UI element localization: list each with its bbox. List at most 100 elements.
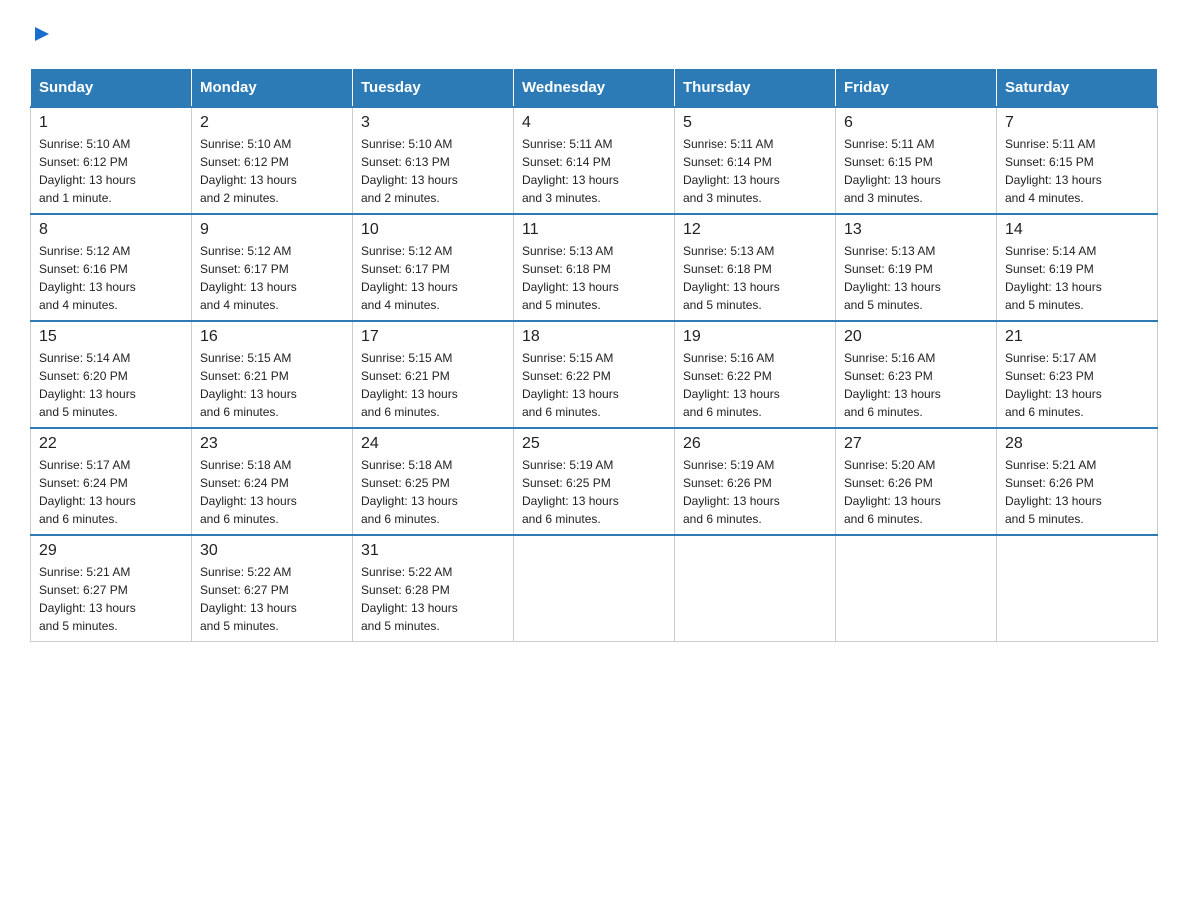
day-number: 21 — [1005, 328, 1149, 346]
calendar-day-cell: 8 Sunrise: 5:12 AMSunset: 6:16 PMDaylight… — [31, 214, 192, 321]
calendar-day-cell: 21 Sunrise: 5:17 AMSunset: 6:23 PMDayligh… — [997, 321, 1158, 428]
day-info: Sunrise: 5:13 AMSunset: 6:18 PMDaylight:… — [683, 242, 827, 314]
calendar-day-cell: 18Sunrise: 5:15 AMSunset: 6:22 PMDayligh… — [514, 321, 675, 428]
day-number: 25 — [522, 435, 666, 453]
day-info: Sunrise: 5:11 AMSunset: 6:15 PMDaylight:… — [844, 135, 988, 207]
day-info: Sunrise: 5:13 AMSunset: 6:18 PMDaylight:… — [522, 242, 666, 314]
day-number: 30 — [200, 542, 344, 560]
day-number: 16 — [200, 328, 344, 346]
calendar-day-cell: 14 Sunrise: 5:14 AMSunset: 6:19 PMDayligh… — [997, 214, 1158, 321]
calendar-day-cell: 24 Sunrise: 5:18 AMSunset: 6:25 PMDayligh… — [353, 428, 514, 535]
calendar-day-cell: 1Sunrise: 5:10 AMSunset: 6:12 PMDaylight… — [31, 107, 192, 214]
day-info: Sunrise: 5:15 AMSunset: 6:21 PMDaylight:… — [361, 349, 505, 421]
day-number: 7 — [1005, 114, 1149, 132]
calendar-day-cell: 6Sunrise: 5:11 AMSunset: 6:15 PMDaylight… — [836, 107, 997, 214]
day-number: 28 — [1005, 435, 1149, 453]
calendar-day-cell: 26 Sunrise: 5:19 AMSunset: 6:26 PMDayligh… — [675, 428, 836, 535]
calendar-header-row: SundayMondayTuesdayWednesdayThursdayFrid… — [31, 69, 1158, 108]
day-number: 14 — [1005, 221, 1149, 239]
day-info: Sunrise: 5:22 AMSunset: 6:28 PMDaylight:… — [361, 563, 505, 635]
day-info: Sunrise: 5:19 AMSunset: 6:26 PMDaylight:… — [683, 456, 827, 528]
day-number: 17 — [361, 328, 505, 346]
day-info: Sunrise: 5:22 AMSunset: 6:27 PMDaylight:… — [200, 563, 344, 635]
calendar-week-row: 8 Sunrise: 5:12 AMSunset: 6:16 PMDaylight… — [31, 214, 1158, 321]
calendar-week-row: 15 Sunrise: 5:14 AMSunset: 6:20 PMDayligh… — [31, 321, 1158, 428]
day-info: Sunrise: 5:11 AMSunset: 6:15 PMDaylight:… — [1005, 135, 1149, 207]
calendar-day-cell: 15 Sunrise: 5:14 AMSunset: 6:20 PMDayligh… — [31, 321, 192, 428]
calendar-week-row: 29 Sunrise: 5:21 AMSunset: 6:27 PMDayligh… — [31, 535, 1158, 642]
calendar-day-header: Friday — [836, 69, 997, 108]
calendar-day-cell: 30 Sunrise: 5:22 AMSunset: 6:27 PMDayligh… — [192, 535, 353, 642]
calendar-day-cell: 17 Sunrise: 5:15 AMSunset: 6:21 PMDayligh… — [353, 321, 514, 428]
calendar-day-cell: 5Sunrise: 5:11 AMSunset: 6:14 PMDaylight… — [675, 107, 836, 214]
day-info: Sunrise: 5:14 AMSunset: 6:19 PMDaylight:… — [1005, 242, 1149, 314]
calendar-day-cell: 29 Sunrise: 5:21 AMSunset: 6:27 PMDayligh… — [31, 535, 192, 642]
day-info: Sunrise: 5:21 AMSunset: 6:26 PMDaylight:… — [1005, 456, 1149, 528]
calendar-day-cell: 31 Sunrise: 5:22 AMSunset: 6:28 PMDayligh… — [353, 535, 514, 642]
calendar-day-cell — [836, 535, 997, 642]
day-info: Sunrise: 5:15 AMSunset: 6:21 PMDaylight:… — [200, 349, 344, 421]
day-info: Sunrise: 5:16 AMSunset: 6:22 PMDaylight:… — [683, 349, 827, 421]
calendar-day-cell: 16 Sunrise: 5:15 AMSunset: 6:21 PMDayligh… — [192, 321, 353, 428]
calendar-day-cell — [675, 535, 836, 642]
day-info: Sunrise: 5:16 AMSunset: 6:23 PMDaylight:… — [844, 349, 988, 421]
calendar-day-cell: 9 Sunrise: 5:12 AMSunset: 6:17 PMDaylight… — [192, 214, 353, 321]
day-number: 24 — [361, 435, 505, 453]
day-number: 4 — [522, 114, 666, 132]
calendar-day-header: Tuesday — [353, 69, 514, 108]
day-info: Sunrise: 5:15 AMSunset: 6:22 PMDaylight:… — [522, 349, 666, 421]
calendar-day-header: Thursday — [675, 69, 836, 108]
calendar-day-cell: 19 Sunrise: 5:16 AMSunset: 6:22 PMDayligh… — [675, 321, 836, 428]
logo — [30, 20, 54, 48]
calendar-day-cell: 27 Sunrise: 5:20 AMSunset: 6:26 PMDayligh… — [836, 428, 997, 535]
calendar-day-cell: 20 Sunrise: 5:16 AMSunset: 6:23 PMDayligh… — [836, 321, 997, 428]
day-number: 13 — [844, 221, 988, 239]
day-info: Sunrise: 5:11 AMSunset: 6:14 PMDaylight:… — [522, 135, 666, 207]
day-number: 12 — [683, 221, 827, 239]
day-info: Sunrise: 5:10 AMSunset: 6:13 PMDaylight:… — [361, 135, 505, 207]
calendar-week-row: 22Sunrise: 5:17 AMSunset: 6:24 PMDayligh… — [31, 428, 1158, 535]
calendar-day-cell: 22Sunrise: 5:17 AMSunset: 6:24 PMDayligh… — [31, 428, 192, 535]
day-number: 2 — [200, 114, 344, 132]
day-info: Sunrise: 5:12 AMSunset: 6:17 PMDaylight:… — [361, 242, 505, 314]
day-number: 27 — [844, 435, 988, 453]
day-info: Sunrise: 5:21 AMSunset: 6:27 PMDaylight:… — [39, 563, 183, 635]
calendar-day-cell — [514, 535, 675, 642]
day-number: 20 — [844, 328, 988, 346]
day-number: 11 — [522, 221, 666, 239]
day-number: 3 — [361, 114, 505, 132]
logo-triangle-icon — [31, 20, 53, 52]
day-info: Sunrise: 5:20 AMSunset: 6:26 PMDaylight:… — [844, 456, 988, 528]
day-number: 19 — [683, 328, 827, 346]
calendar-day-cell: 2Sunrise: 5:10 AMSunset: 6:12 PMDaylight… — [192, 107, 353, 214]
day-number: 26 — [683, 435, 827, 453]
day-number: 5 — [683, 114, 827, 132]
day-info: Sunrise: 5:17 AMSunset: 6:24 PMDaylight:… — [39, 456, 183, 528]
calendar-day-header: Monday — [192, 69, 353, 108]
calendar-day-cell: 13Sunrise: 5:13 AMSunset: 6:19 PMDayligh… — [836, 214, 997, 321]
calendar-table: SundayMondayTuesdayWednesdayThursdayFrid… — [30, 68, 1158, 642]
calendar-week-row: 1Sunrise: 5:10 AMSunset: 6:12 PMDaylight… — [31, 107, 1158, 214]
day-number: 1 — [39, 114, 183, 132]
day-info: Sunrise: 5:14 AMSunset: 6:20 PMDaylight:… — [39, 349, 183, 421]
calendar-day-cell: 25Sunrise: 5:19 AMSunset: 6:25 PMDayligh… — [514, 428, 675, 535]
calendar-day-cell: 3 Sunrise: 5:10 AMSunset: 6:13 PMDaylight… — [353, 107, 514, 214]
day-number: 23 — [200, 435, 344, 453]
day-info: Sunrise: 5:17 AMSunset: 6:23 PMDaylight:… — [1005, 349, 1149, 421]
day-number: 8 — [39, 221, 183, 239]
day-number: 29 — [39, 542, 183, 560]
day-number: 15 — [39, 328, 183, 346]
page-header — [30, 20, 1158, 48]
calendar-day-cell: 11 Sunrise: 5:13 AMSunset: 6:18 PMDayligh… — [514, 214, 675, 321]
calendar-day-cell: 23 Sunrise: 5:18 AMSunset: 6:24 PMDayligh… — [192, 428, 353, 535]
day-info: Sunrise: 5:12 AMSunset: 6:16 PMDaylight:… — [39, 242, 183, 314]
day-info: Sunrise: 5:18 AMSunset: 6:25 PMDaylight:… — [361, 456, 505, 528]
calendar-day-cell: 28 Sunrise: 5:21 AMSunset: 6:26 PMDayligh… — [997, 428, 1158, 535]
day-info: Sunrise: 5:12 AMSunset: 6:17 PMDaylight:… — [200, 242, 344, 314]
calendar-day-cell: 7 Sunrise: 5:11 AMSunset: 6:15 PMDaylight… — [997, 107, 1158, 214]
day-number: 9 — [200, 221, 344, 239]
day-number: 31 — [361, 542, 505, 560]
day-number: 10 — [361, 221, 505, 239]
day-info: Sunrise: 5:18 AMSunset: 6:24 PMDaylight:… — [200, 456, 344, 528]
calendar-day-cell: 10 Sunrise: 5:12 AMSunset: 6:17 PMDayligh… — [353, 214, 514, 321]
